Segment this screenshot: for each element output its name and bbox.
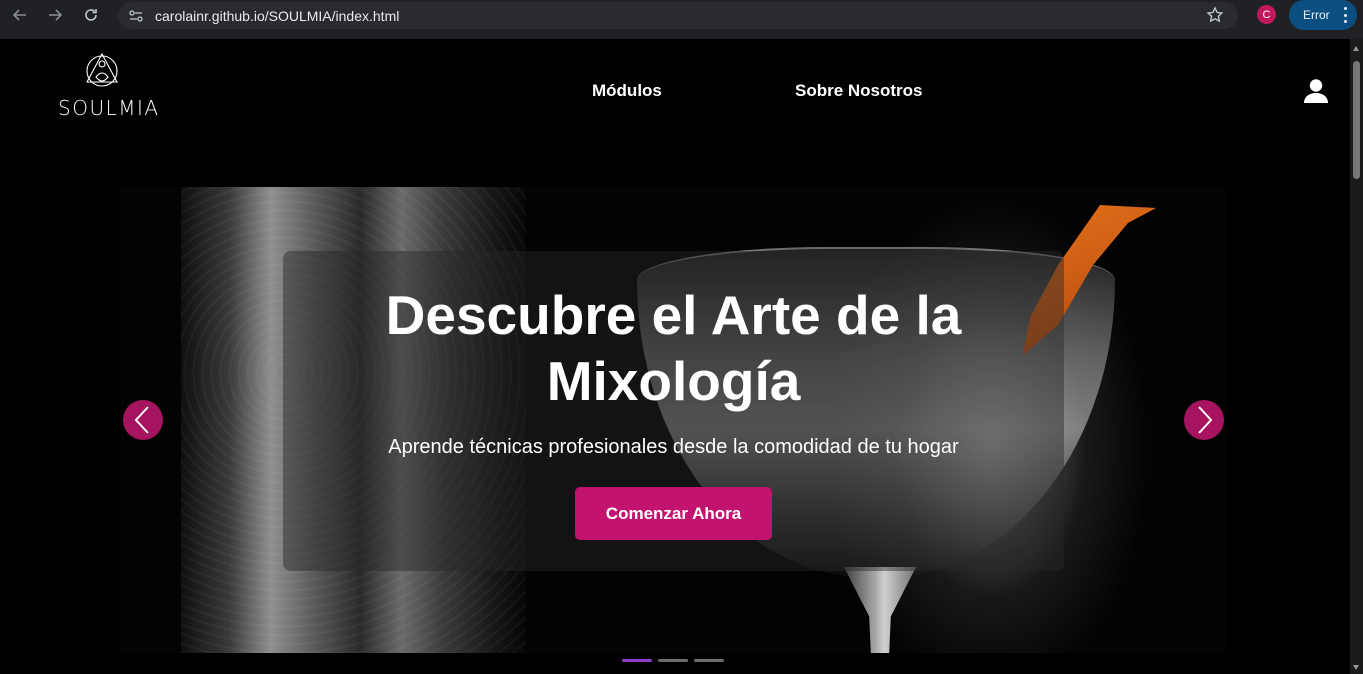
comenzar-ahora-button[interactable]: Comenzar Ahora <box>575 487 772 540</box>
back-icon[interactable] <box>9 4 31 26</box>
carousel-indicator-2[interactable] <box>658 659 688 662</box>
scroll-up-arrow-icon[interactable] <box>1353 46 1359 51</box>
page-scrollbar[interactable] <box>1350 39 1363 674</box>
chevron-right-icon <box>1198 406 1213 434</box>
url-text[interactable]: carolainr.github.io/SOULMIA/index.html <box>155 8 399 24</box>
error-menu-button[interactable]: Error <box>1289 0 1357 30</box>
carousel-indicators <box>622 659 724 662</box>
chevron-left-icon <box>134 406 149 434</box>
page-viewport: SOULMIA Módulos Sobre Nosotros Descubre … <box>0 39 1350 674</box>
site-info-icon[interactable] <box>128 8 144 24</box>
hero-carousel: Descubre el Arte de la Mixología Aprende… <box>121 187 1226 653</box>
forward-icon[interactable] <box>44 4 66 26</box>
profile-avatar[interactable]: C <box>1257 5 1276 24</box>
kebab-menu-icon <box>1343 7 1347 23</box>
nav-modulos[interactable]: Módulos <box>592 81 662 101</box>
carousel-next-button[interactable] <box>1184 400 1224 440</box>
site-logo[interactable]: SOULMIA <box>58 51 160 121</box>
error-label: Error <box>1303 8 1330 22</box>
carousel-indicator-1[interactable] <box>622 659 652 662</box>
scrollbar-thumb[interactable] <box>1353 61 1360 179</box>
scroll-down-arrow-icon[interactable] <box>1353 665 1359 670</box>
nav-sobre-nosotros[interactable]: Sobre Nosotros <box>795 81 923 101</box>
soulmia-logo-icon <box>86 52 118 87</box>
logo-wordmark: SOULMIA <box>58 96 160 120</box>
reload-icon[interactable] <box>80 4 102 26</box>
hero-title: Descubre el Arte de la Mixología <box>385 284 962 412</box>
carousel-prev-button[interactable] <box>123 400 163 440</box>
bookmark-star-icon[interactable] <box>1206 6 1224 24</box>
address-bar[interactable]: carolainr.github.io/SOULMIA/index.html <box>118 2 1238 29</box>
hero-subtitle: Aprende técnicas profesionales desde la … <box>388 436 959 458</box>
user-account-icon[interactable] <box>1303 78 1329 104</box>
browser-toolbar: carolainr.github.io/SOULMIA/index.html C… <box>0 0 1363 39</box>
carousel-indicator-3[interactable] <box>694 659 724 662</box>
